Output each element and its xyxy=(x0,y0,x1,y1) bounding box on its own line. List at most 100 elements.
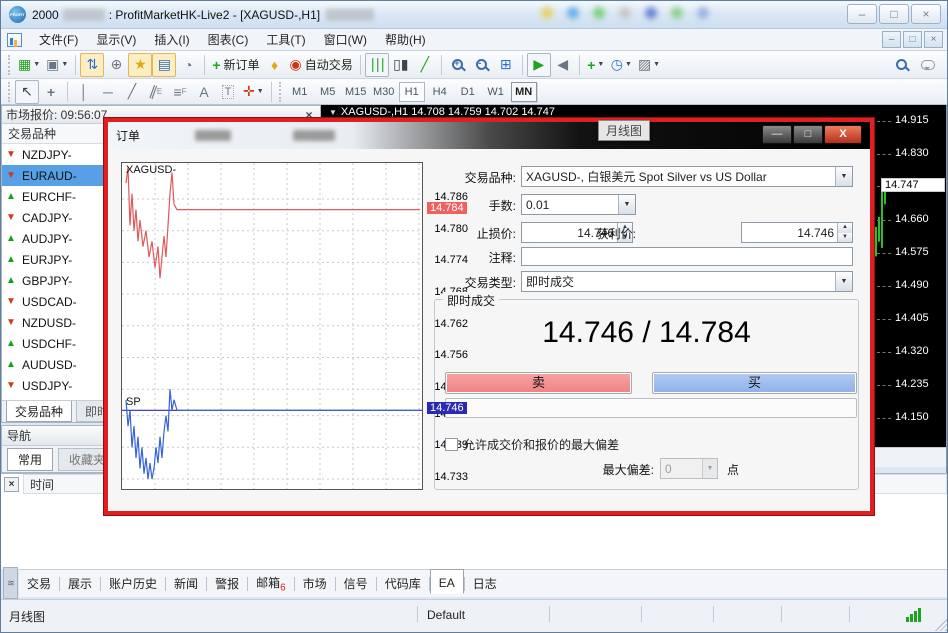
periods-button[interactable]: ◷▼ xyxy=(608,53,635,77)
channel-tool[interactable]: ∥E xyxy=(144,80,168,104)
fibonacci-tool[interactable]: ≡F xyxy=(168,80,192,104)
window-title-prefix: 2000 xyxy=(32,8,59,22)
price-axis-label: 14.405 xyxy=(895,312,929,324)
terminal-tab-代码库[interactable]: 代码库 xyxy=(377,572,429,595)
axis-tick xyxy=(877,121,891,122)
timeframe-d1[interactable]: D1 xyxy=(455,82,481,102)
spin-up-icon[interactable]: ▲ xyxy=(838,223,852,233)
docked-panel-tab[interactable]: ≋ xyxy=(3,567,18,599)
comment-label: 注释: xyxy=(421,249,516,266)
zoom-in-button[interactable]: + xyxy=(446,53,470,77)
mdi-restore-button[interactable]: □ xyxy=(903,31,922,48)
menu-item[interactable]: 窗口(W) xyxy=(315,30,376,50)
terminal-tab-警报[interactable]: 警报 xyxy=(207,572,247,595)
max-deviation-checkbox[interactable] xyxy=(445,438,458,451)
market-watch-toggle[interactable]: ⇅ xyxy=(80,53,104,77)
horizontal-line-tool[interactable]: ─ xyxy=(96,80,120,104)
down-arrow-icon: ▼ xyxy=(6,317,19,328)
timeframe-w1[interactable]: W1 xyxy=(483,82,509,102)
trendline-tool[interactable]: ╱ xyxy=(120,80,144,104)
chat-icon[interactable] xyxy=(921,60,935,70)
tile-windows-button[interactable]: ⊞ xyxy=(494,53,518,77)
terminal-tab-市场[interactable]: 市场 xyxy=(295,572,335,595)
strategy-tester-button[interactable]: ◔ xyxy=(176,53,200,77)
timeframe-h4[interactable]: H4 xyxy=(427,82,453,102)
text-tool[interactable]: A xyxy=(192,80,216,104)
timeframe-m5[interactable]: M5 xyxy=(315,82,341,102)
terminal-tab-新闻[interactable]: 新闻 xyxy=(166,572,206,595)
dialog-minimize-button[interactable]: — xyxy=(762,125,792,144)
timeframe-mn[interactable]: MN xyxy=(511,82,537,102)
terminal-close-icon[interactable]: × xyxy=(4,477,19,492)
max-deviation-select[interactable]: 0▼ xyxy=(660,458,718,479)
status-profile[interactable]: Default xyxy=(427,608,465,622)
auto-trading-button[interactable]: ◉自动交易 xyxy=(287,53,356,77)
menu-item[interactable]: 图表(C) xyxy=(199,30,258,50)
profiles-button[interactable]: ▣▼ xyxy=(43,53,71,77)
terminal-tab-信号[interactable]: 信号 xyxy=(336,572,376,595)
search-icon[interactable] xyxy=(896,59,907,70)
spin-down-icon[interactable]: ▼ xyxy=(838,233,852,243)
timeframe-m15[interactable]: M15 xyxy=(343,82,369,102)
menu-item[interactable]: 文件(F) xyxy=(30,30,87,50)
zoom-out-button[interactable]: - xyxy=(470,53,494,77)
axis-tick xyxy=(877,319,891,320)
chart-shift-button[interactable]: ◀ xyxy=(551,53,575,77)
cursor-tool[interactable]: ↖ xyxy=(15,80,39,104)
menu-item[interactable]: 工具(T) xyxy=(257,30,314,50)
metaeditor-button[interactable]: ♦ xyxy=(263,53,287,77)
crosshair-tool[interactable]: + xyxy=(39,80,63,104)
menu-item[interactable]: 插入(I) xyxy=(145,30,198,50)
group-title: 即时成交 xyxy=(443,292,499,309)
maximize-button[interactable]: □ xyxy=(879,4,909,24)
symbol-name: NZDUSD- xyxy=(22,316,76,330)
bar-chart-button[interactable]: ∣∣∣ xyxy=(365,53,389,77)
terminal-tab-日志[interactable]: 日志 xyxy=(465,572,505,595)
auto-scroll-button[interactable]: ▶ xyxy=(527,53,551,77)
arrows-tool[interactable]: ✛▼ xyxy=(240,80,267,104)
buy-button[interactable]: 买 xyxy=(652,372,857,394)
templates-button[interactable]: ▨▼ xyxy=(635,53,663,77)
vertical-line-tool[interactable]: │ xyxy=(72,80,96,104)
volume-select[interactable]: 0.01▼ xyxy=(521,194,636,215)
tick-chart: XAGUSD- SP xyxy=(121,162,423,490)
minimize-button[interactable]: – xyxy=(847,4,877,24)
new-order-button[interactable]: +新订单 xyxy=(209,53,262,77)
line-chart-button[interactable]: ╱ xyxy=(413,53,437,77)
mt4-icon xyxy=(7,33,22,47)
resize-grip[interactable] xyxy=(935,619,947,631)
terminal-tab-交易[interactable]: 交易 xyxy=(19,572,59,595)
mdi-minimize-button[interactable]: – xyxy=(882,31,901,48)
terminal-tab-账户历史[interactable]: 账户历史 xyxy=(101,572,165,595)
order-type-select[interactable]: 即时成交▼ xyxy=(521,271,853,292)
terminal-tab-展示[interactable]: 展示 xyxy=(60,572,100,595)
candlestick-chart-button[interactable]: ▯▮ xyxy=(389,53,413,77)
timeframe-h1[interactable]: H1 xyxy=(399,82,425,102)
symbol-select[interactable]: XAGUSD-, 白银美元 Spot Silver vs US Dollar▼ xyxy=(521,166,853,187)
menu-item[interactable]: 帮助(H) xyxy=(376,30,435,50)
terminal-tab-邮箱[interactable]: 邮箱6 xyxy=(248,571,294,596)
timeframe-m1[interactable]: M1 xyxy=(287,82,313,102)
order-type-label: 交易类型: xyxy=(421,274,516,291)
market-watch-tab[interactable]: 交易品种 xyxy=(6,401,72,422)
data-window-button[interactable]: ⊕ xyxy=(104,53,128,77)
sell-button[interactable]: 卖 xyxy=(445,372,632,394)
monthly-chart-tooltip: 月线图 xyxy=(598,120,650,141)
take-profit-input[interactable]: 14.746 ▲▼ xyxy=(741,222,853,243)
close-button[interactable]: × xyxy=(911,4,941,24)
new-chart-button[interactable]: ▦▼ xyxy=(15,53,43,77)
menu-item[interactable]: 显示(V) xyxy=(87,30,145,50)
text-label-tool[interactable]: T xyxy=(216,80,240,104)
timeframe-m30[interactable]: M30 xyxy=(371,82,397,102)
mdi-close-button[interactable]: × xyxy=(924,31,943,48)
navigator-toggle[interactable]: ★ xyxy=(128,53,152,77)
indicators-button[interactable]: +▼ xyxy=(584,53,608,77)
terminal-toggle[interactable]: ▤ xyxy=(152,53,176,77)
up-arrow-icon: ▲ xyxy=(6,359,19,370)
price-axis-label: 14.915 xyxy=(895,114,929,126)
navigator-tab[interactable]: 常用 xyxy=(7,448,53,471)
terminal-tab-EA[interactable]: EA xyxy=(430,569,464,594)
comment-input[interactable] xyxy=(521,247,853,266)
dialog-maximize-button[interactable]: □ xyxy=(793,125,823,144)
dialog-close-button[interactable]: X xyxy=(824,125,862,144)
